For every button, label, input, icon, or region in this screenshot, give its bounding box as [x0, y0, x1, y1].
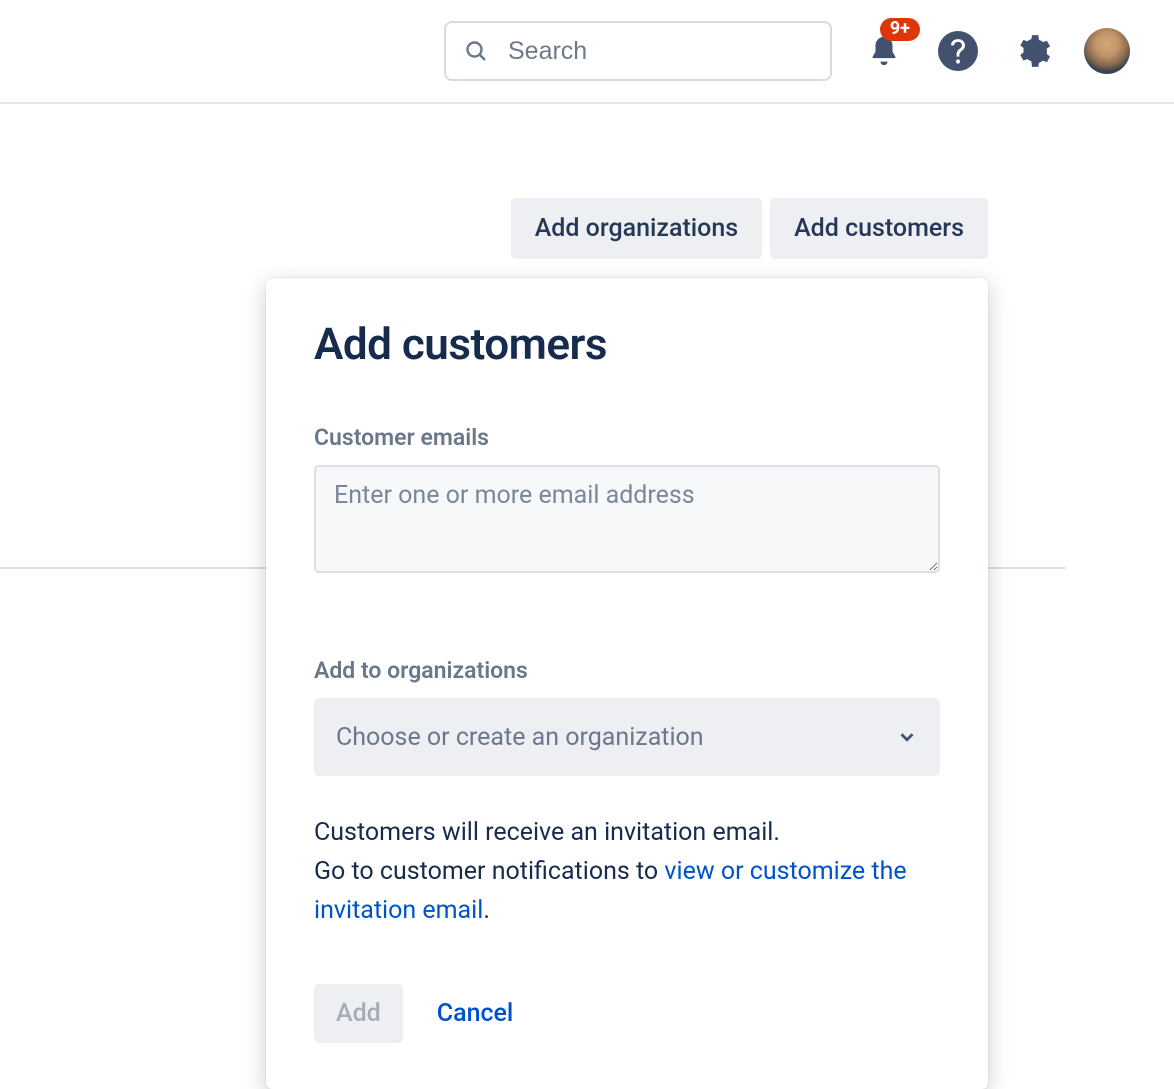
notification-badge: 9+	[880, 18, 920, 41]
notifications-button[interactable]: 9+	[862, 29, 906, 73]
organizations-label: Add to organizations	[314, 657, 940, 684]
chevron-down-icon	[896, 726, 918, 748]
customer-emails-label: Customer emails	[314, 424, 940, 451]
cancel-button[interactable]: Cancel	[437, 999, 514, 1028]
organization-select-placeholder: Choose or create an organization	[336, 723, 896, 752]
modal-title: Add customers	[314, 318, 940, 370]
info-line-2-prefix: Go to customer notifications to	[314, 857, 664, 886]
action-buttons-row: Add organizations Add customers	[511, 198, 988, 259]
modal-footer: Add Cancel	[314, 984, 940, 1043]
search-icon	[464, 39, 488, 63]
gear-icon	[1013, 32, 1051, 70]
add-customers-modal: Add customers Customer emails Add to org…	[266, 278, 988, 1089]
organizations-section: Add to organizations Choose or create an…	[314, 657, 940, 776]
search-container	[444, 21, 832, 81]
help-button[interactable]	[936, 29, 980, 73]
info-text: Customers will receive an invitation ema…	[314, 814, 940, 930]
avatar[interactable]	[1084, 28, 1130, 74]
customer-emails-input[interactable]	[314, 465, 940, 573]
add-customers-button[interactable]: Add customers	[770, 198, 988, 259]
search-input[interactable]	[444, 21, 832, 81]
info-line-1: Customers will receive an invitation ema…	[314, 818, 780, 847]
organization-select[interactable]: Choose or create an organization	[314, 698, 940, 776]
add-button[interactable]: Add	[314, 984, 403, 1043]
info-period: .	[483, 896, 490, 925]
help-icon	[938, 31, 978, 71]
top-bar: 9+	[0, 0, 1174, 104]
add-organizations-button[interactable]: Add organizations	[511, 198, 762, 259]
settings-button[interactable]	[1010, 29, 1054, 73]
